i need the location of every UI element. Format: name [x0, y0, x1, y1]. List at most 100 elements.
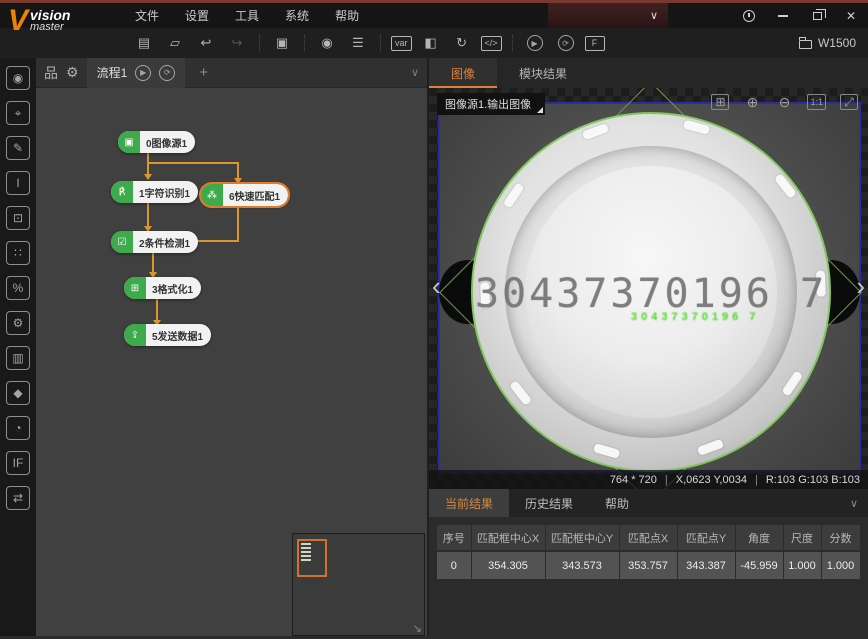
minimap-viewport[interactable]: [297, 539, 327, 577]
restore-button[interactable]: [810, 9, 824, 23]
flow-graph-icon[interactable]: 品: [44, 63, 58, 83]
col-match-point-x[interactable]: 匹配点X: [619, 525, 677, 551]
cursor-coords: X,0623 Y,0034: [676, 474, 747, 486]
node-label: 3格式化1: [146, 277, 201, 299]
tab-image[interactable]: 图像: [429, 58, 497, 88]
app-window: V vision master 文件 设置 工具 系统 帮助 ∨ ✕ ▤ ▱ ↩…: [0, 0, 868, 639]
menu-settings[interactable]: 设置: [185, 7, 209, 24]
col-match-point-y[interactable]: 匹配点Y: [677, 525, 735, 551]
results-chevron-down-icon[interactable]: ∨: [850, 497, 858, 510]
flow-tab[interactable]: 流程1 ▶ ⟳: [87, 58, 186, 88]
flow-tab-label: 流程1: [97, 64, 128, 81]
chevron-down-icon[interactable]: ∨: [650, 9, 658, 22]
flow-chevron-down-icon[interactable]: ∨: [411, 66, 419, 79]
node-fast-match[interactable]: ⁂ 6快速匹配1: [201, 184, 288, 206]
workspace-indicator[interactable]: W1500: [799, 28, 856, 58]
locate-tool-icon[interactable]: ⌖: [6, 101, 30, 125]
global-trigger-icon[interactable]: ↻: [450, 32, 474, 54]
cell-match-box-center-x: 354.305: [471, 551, 545, 579]
tab-module-result[interactable]: 模块结果: [497, 58, 589, 88]
zoom-out-icon[interactable]: ⊖: [775, 94, 793, 110]
timer-tool-icon[interactable]: ◔: [6, 416, 30, 440]
node-format[interactable]: ⊞ 3格式化1: [124, 277, 201, 299]
flow-canvas[interactable]: ▣ 0图像源1 ℟ 1字符识别1 ⁂ 6快速匹配1 ☑ 2条件检测1 ⊞ 3: [36, 88, 427, 636]
focus-tool-icon[interactable]: ⊡: [6, 206, 30, 230]
run-continuous-icon[interactable]: ⟳: [554, 32, 578, 54]
node-icon: ▣: [118, 131, 140, 153]
flow-run-icon[interactable]: ▶: [135, 65, 151, 81]
cell-angle: -45.959: [735, 551, 783, 579]
node-icon: ⊞: [124, 277, 146, 299]
fullscreen-icon[interactable]: ⤢: [840, 94, 858, 110]
toolbar-collapse-band[interactable]: ∨: [548, 3, 668, 28]
view-toolbar: ⊞ ⊕ ⊖ 1:1 ⤢: [711, 94, 858, 110]
variable-icon[interactable]: var: [391, 36, 412, 51]
communication-tool-icon[interactable]: ⇄: [6, 486, 30, 510]
run-once-icon[interactable]: ▶: [523, 32, 547, 54]
results-table-area: 序号 匹配框中心X 匹配框中心Y 匹配点X 匹配点Y 角度 尺度 分数 0: [429, 517, 868, 636]
module-manage-icon[interactable]: ☰: [346, 32, 370, 54]
tab-current-result[interactable]: 当前结果: [429, 489, 509, 517]
save-as-icon[interactable]: ▣: [270, 32, 294, 54]
next-image-button[interactable]: ›: [856, 276, 865, 296]
redo-icon[interactable]: ↪: [225, 32, 249, 54]
tab-help[interactable]: 帮助: [589, 489, 645, 517]
image-window-icon[interactable]: ◧: [419, 32, 443, 54]
connector: [152, 253, 154, 273]
format-icon[interactable]: F: [585, 36, 605, 51]
open-icon[interactable]: ▱: [163, 32, 187, 54]
col-scale[interactable]: 尺度: [783, 525, 821, 551]
camera-icon[interactable]: ◉: [315, 32, 339, 54]
minimap-resize-handle[interactable]: ↘: [413, 622, 422, 635]
results-tabs: 当前结果 历史结果 帮助 ∨: [429, 489, 868, 517]
close-button[interactable]: ✕: [844, 9, 858, 23]
tab-history-result[interactable]: 历史结果: [509, 489, 589, 517]
flow-run-loop-icon[interactable]: ⟳: [159, 65, 175, 81]
script-icon[interactable]: </>: [481, 36, 502, 51]
node-condition-check[interactable]: ☑ 2条件检测1: [111, 231, 198, 253]
fit-view-icon[interactable]: ⊞: [711, 94, 729, 110]
logic-if-tool-icon[interactable]: IF: [6, 451, 30, 475]
one-to-one-icon[interactable]: 1:1: [807, 94, 826, 110]
col-index[interactable]: 序号: [437, 525, 471, 551]
col-score[interactable]: 分数: [821, 525, 860, 551]
image-viewer[interactable]: 图像源1.输出图像 ⊞ ⊕ ⊖ 1:1 ⤢: [429, 88, 868, 489]
col-match-box-center-x[interactable]: 匹配框中心X: [471, 525, 545, 551]
col-angle[interactable]: 角度: [735, 525, 783, 551]
node-image-source[interactable]: ▣ 0图像源1: [118, 131, 195, 153]
prev-image-button[interactable]: ‹: [432, 276, 441, 296]
node-label: 0图像源1: [140, 131, 195, 153]
window-controls: ✕: [742, 3, 858, 28]
menu-file[interactable]: 文件: [135, 7, 159, 24]
node-send-data[interactable]: ⇪ 5发送数据1: [124, 324, 211, 346]
menu-tools[interactable]: 工具: [235, 7, 259, 24]
ocr-tool-icon[interactable]: I: [6, 171, 30, 195]
menu-system[interactable]: 系统: [285, 7, 309, 24]
image-status-bar: 764 * 720 | X,0623 Y,0034 | R:103 G:103 …: [429, 470, 868, 489]
calc-tool-icon[interactable]: %: [6, 276, 30, 300]
image-config-tool-icon[interactable]: ⚙: [6, 311, 30, 335]
app-logo: V vision master: [8, 6, 70, 36]
flow-minimap[interactable]: ↘: [292, 533, 425, 636]
cell-score: 1.000: [821, 551, 860, 579]
save-icon[interactable]: ▤: [132, 32, 156, 54]
minimize-button[interactable]: [776, 9, 790, 23]
wrench-icon[interactable]: ⚙: [66, 64, 79, 81]
zoom-in-icon[interactable]: ⊕: [743, 94, 761, 110]
camera-tool-icon[interactable]: ◉: [6, 66, 30, 90]
performance-icon[interactable]: [742, 9, 756, 23]
workspace-label: W1500: [818, 36, 856, 50]
node-char-recognition[interactable]: ℟ 1字符识别1: [111, 181, 198, 203]
measure-tool-icon[interactable]: ∷: [6, 241, 30, 265]
image-source-selector[interactable]: 图像源1.输出图像: [437, 93, 545, 115]
menu-help[interactable]: 帮助: [335, 7, 359, 24]
table-row[interactable]: 0 354.305 343.573 353.757 343.387 -45.95…: [437, 551, 860, 579]
add-flow-button[interactable]: +: [199, 64, 208, 81]
color-tool-icon[interactable]: ◆: [6, 381, 30, 405]
connector: [156, 299, 158, 321]
undo-icon[interactable]: ↩: [194, 32, 218, 54]
col-match-box-center-y[interactable]: 匹配框中心Y: [545, 525, 619, 551]
node-icon: ⁂: [201, 184, 223, 206]
image-edit-tool-icon[interactable]: ✎: [6, 136, 30, 160]
histogram-tool-icon[interactable]: ▥: [6, 346, 30, 370]
